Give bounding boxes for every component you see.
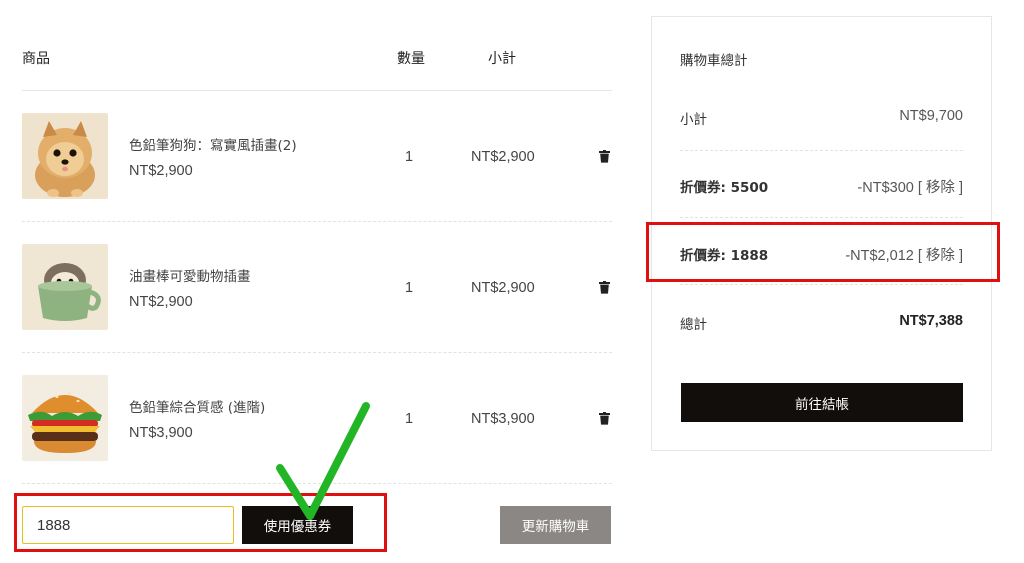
checkout-button[interactable]: 前往結帳	[681, 383, 963, 422]
apply-coupon-button[interactable]: 使用優惠券	[242, 506, 353, 544]
quantity-value[interactable]: 1	[405, 280, 413, 296]
totals-divider	[680, 284, 963, 285]
remove-coupon-link[interactable]: [ 移除 ]	[918, 248, 963, 264]
coupon-label: 折價券: 1888	[680, 248, 769, 264]
product-name-link[interactable]: 色鉛筆狗狗：寫實風插畫(2)	[129, 134, 297, 154]
total-value: NT$7,388	[899, 313, 963, 329]
trash-icon[interactable]	[599, 412, 610, 425]
totals-divider	[680, 150, 963, 151]
column-header-product: 商品	[22, 51, 50, 67]
coupon-label: 折價券: 5500	[680, 180, 769, 196]
quantity-value[interactable]: 1	[405, 411, 413, 427]
hamburger-image	[22, 375, 108, 461]
coupon-amount: -NT$2,012	[845, 248, 914, 264]
coupon-discount: -NT$2,012 [ 移除 ]	[845, 244, 963, 265]
product-price: NT$2,900	[129, 294, 193, 310]
hedgehog-in-cup-image	[22, 244, 108, 330]
line-subtotal: NT$3,900	[471, 411, 535, 427]
coupon-discount: -NT$300 [ 移除 ]	[857, 176, 963, 197]
line-subtotal: NT$2,900	[471, 280, 535, 296]
column-header-quantity: 數量	[397, 51, 425, 67]
row-divider	[22, 221, 612, 222]
remove-coupon-link[interactable]: [ 移除 ]	[918, 180, 963, 196]
quantity-value[interactable]: 1	[405, 149, 413, 165]
totals-divider	[680, 217, 963, 218]
row-divider	[22, 483, 612, 484]
product-thumbnail[interactable]	[22, 375, 108, 461]
update-cart-button[interactable]: 更新購物車	[500, 506, 611, 544]
product-price: NT$3,900	[129, 425, 193, 441]
row-divider	[22, 352, 612, 353]
cart-totals-title: 購物車總計	[680, 53, 748, 69]
product-thumbnail[interactable]	[22, 113, 108, 199]
product-name-link[interactable]: 色鉛筆綜合質感 (進階)	[129, 396, 265, 416]
column-header-subtotal: 小計	[488, 51, 516, 67]
header-divider	[22, 90, 612, 91]
subtotal-value: NT$9,700	[899, 108, 963, 124]
line-subtotal: NT$2,900	[471, 149, 535, 165]
product-price: NT$2,900	[129, 163, 193, 179]
subtotal-label: 小計	[680, 112, 707, 128]
trash-icon[interactable]	[599, 281, 610, 294]
coupon-amount: -NT$300	[857, 180, 914, 196]
coupon-code-input[interactable]	[22, 506, 234, 544]
product-thumbnail[interactable]	[22, 244, 108, 330]
total-label: 總計	[680, 317, 707, 333]
product-name-link[interactable]: 油畫棒可愛動物插畫	[129, 265, 251, 285]
trash-icon[interactable]	[599, 150, 610, 163]
pomeranian-dog-image	[22, 113, 108, 199]
